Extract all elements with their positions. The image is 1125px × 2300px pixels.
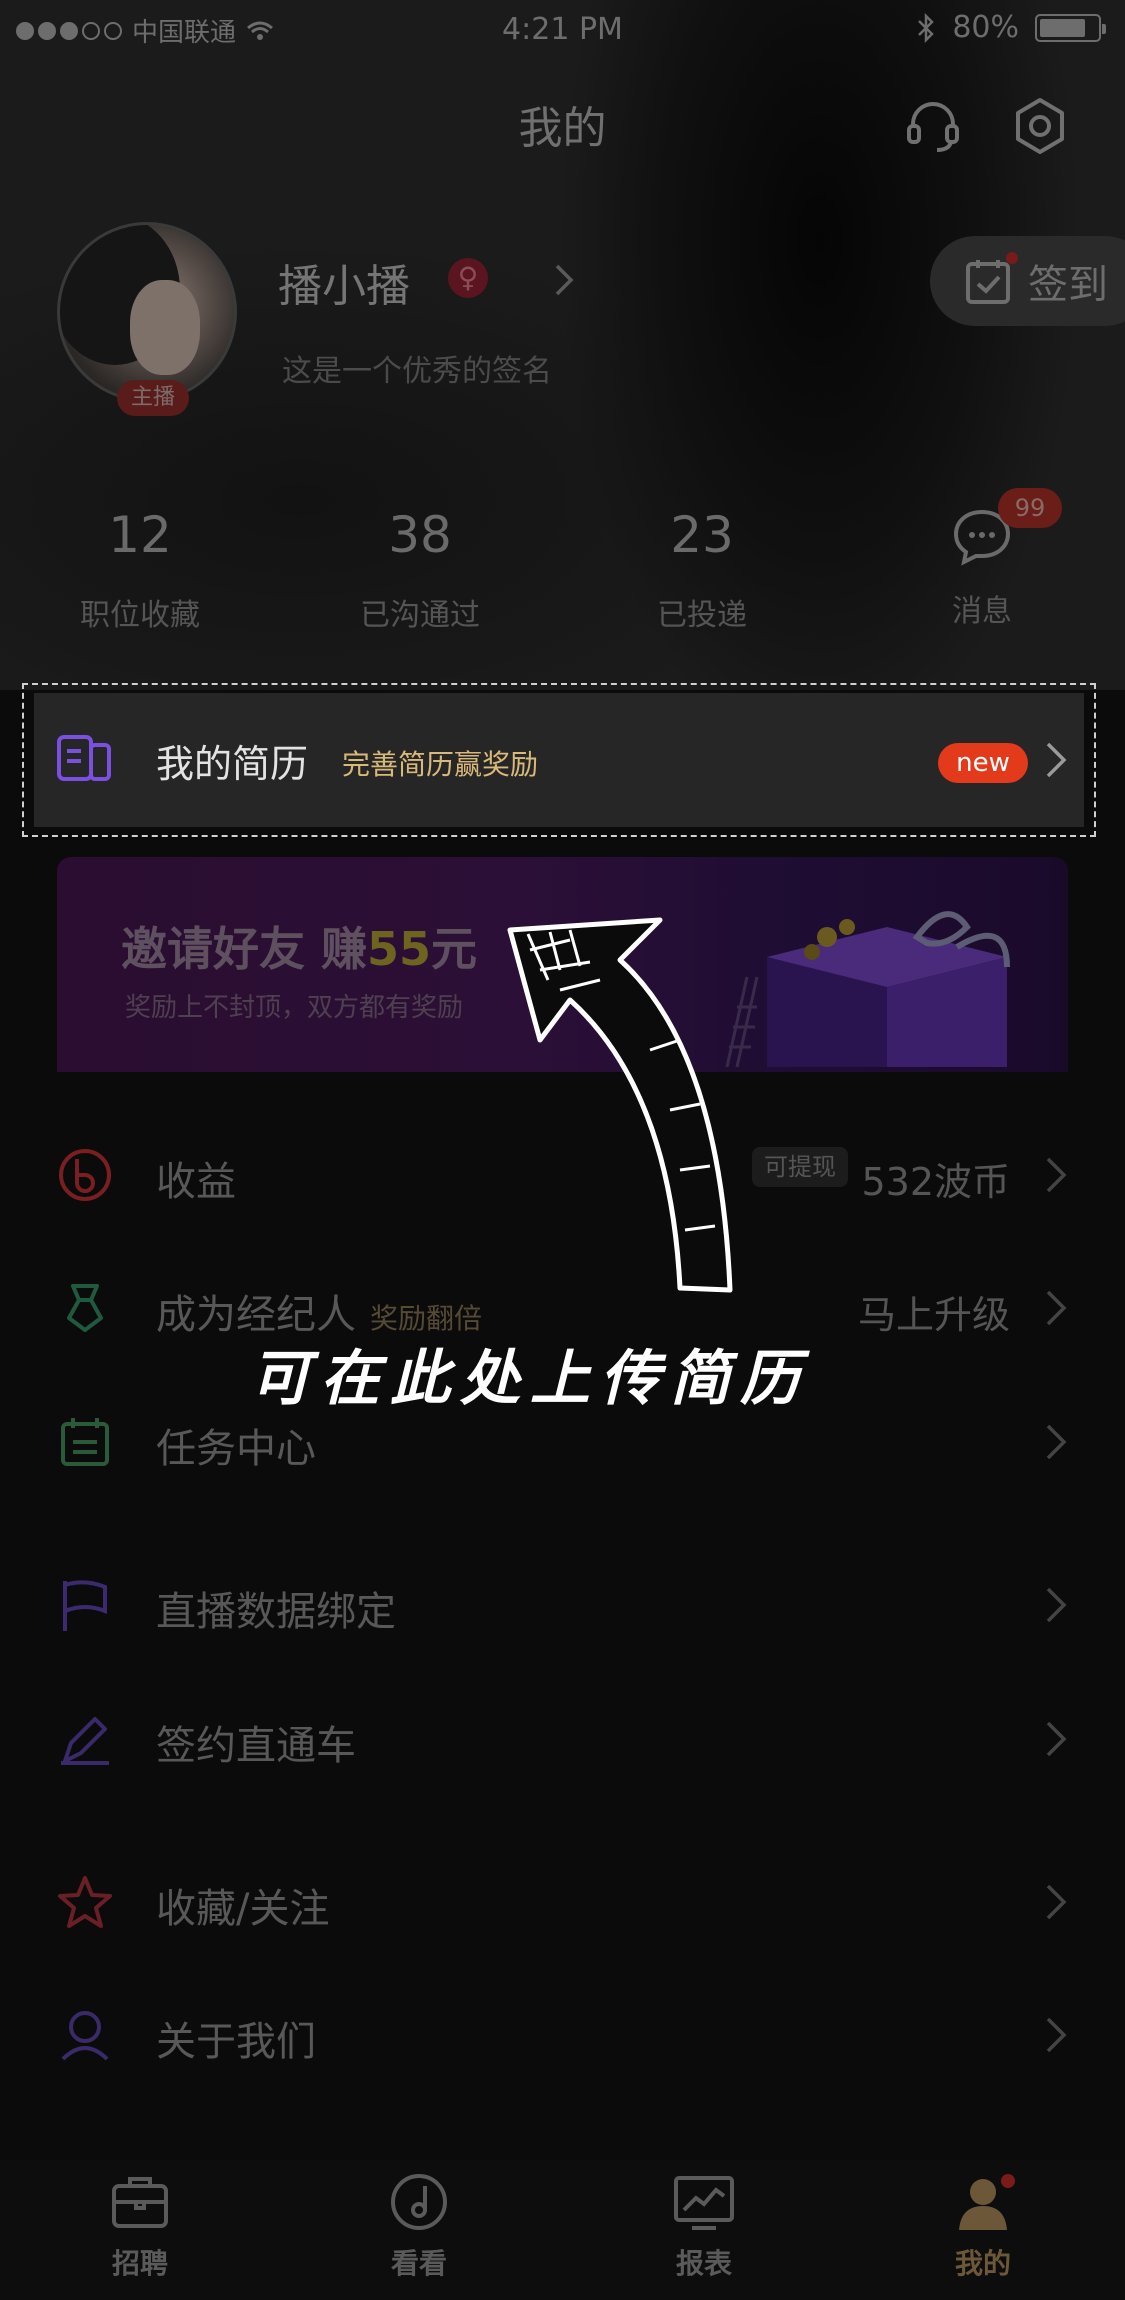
menu-value: 马上升级 (857, 1293, 1010, 1337)
chevron-right-icon (1046, 1290, 1067, 1326)
menu-value: 532波币 (861, 1160, 1010, 1204)
menu-label: 签约直通车 (156, 1723, 356, 1769)
banner-subline: 奖励上不封顶，双方都有奖励 (125, 993, 464, 1023)
briefcase-icon (112, 2177, 168, 2228)
menu-item-favorites-follow[interactable]: 收藏/关注 (57, 1852, 1068, 1942)
resume-title: 我的简历 (156, 742, 309, 786)
signature-text: 这是一个优秀的签名 (282, 354, 552, 389)
menu-label: 任务中心 (156, 1426, 316, 1472)
upload-resume-hint: 可在此处上传简历 (250, 1344, 810, 1414)
stat-label: 已沟通过 (360, 598, 480, 633)
bluetooth-icon (918, 12, 935, 43)
username[interactable]: 播小播 (278, 250, 410, 314)
hand-drawn-arrow-icon (507, 917, 733, 1293)
profile-chevron-right-icon[interactable] (553, 260, 577, 300)
female-gender-icon: ♀ (448, 258, 488, 298)
star-icon (58, 1876, 112, 1928)
chart-icon (674, 2176, 734, 2230)
battery-icon (1035, 13, 1106, 42)
chevron-right-icon (1046, 1157, 1067, 1193)
menu-label: 直播数据绑定 (156, 1589, 396, 1635)
menu-label: 收益 (156, 1159, 236, 1205)
chevron-right-icon (1046, 2017, 1067, 2053)
bottom-tab-bar: 招聘 看看 报表 我的 (0, 2160, 1125, 2300)
chevron-right-icon (1046, 1884, 1067, 1920)
headset-icon[interactable] (903, 96, 963, 156)
message-count-badge: 99 (998, 488, 1062, 528)
banner-headline: 邀请好友 赚55元 (121, 922, 478, 976)
role-badge: 主播 (117, 380, 189, 416)
stat-favorites[interactable]: 12 职位收藏 (0, 500, 280, 634)
user-icon (61, 2011, 109, 2061)
stat-value: 12 (108, 506, 172, 564)
disc-icon (391, 2174, 447, 2230)
chevron-right-icon (1046, 1721, 1067, 1757)
checkin-notification-dot (1006, 252, 1018, 264)
resume-subtitle: 完善简历赢奖励 (342, 748, 539, 781)
resume-icon (57, 735, 111, 781)
stat-value: 38 (388, 506, 452, 564)
tab-label: 招聘 (111, 2247, 168, 2280)
stat-contacted[interactable]: 38 已沟通过 (280, 500, 560, 634)
tab-watch[interactable]: 看看 (344, 2170, 494, 2282)
menu-item-signing-express[interactable]: 签约直通车 (57, 1689, 1068, 1779)
avatar[interactable] (57, 222, 237, 402)
tab-mine[interactable]: 我的 (908, 2170, 1058, 2282)
menu-label: 关于我们 (156, 2019, 316, 2065)
stat-applied[interactable]: 23 已投递 (562, 500, 842, 634)
resume-chevron-right-icon (1046, 742, 1067, 778)
stat-label: 职位收藏 (80, 598, 200, 633)
resume-row[interactable]: 我的简历 完善简历赢奖励 new (34, 693, 1084, 827)
calendar-check-icon (966, 260, 1010, 304)
coin-b-icon (59, 1149, 111, 1201)
checkin-button[interactable]: 签到 (930, 236, 1125, 326)
agent-icon (67, 1284, 103, 1332)
stat-label: 已投递 (657, 598, 747, 633)
chevron-right-icon (1046, 1587, 1067, 1623)
menu-label: 收藏/关注 (156, 1886, 330, 1932)
flag-icon (63, 1580, 107, 1631)
calendar-icon (61, 1418, 109, 1466)
menu-item-about-us[interactable]: 关于我们 (57, 1985, 1068, 2075)
pen-icon (61, 1717, 109, 1765)
tab-notification-dot (1001, 2174, 1015, 2188)
status-bar: 中国联通 4:21 PM 80% (0, 0, 1125, 60)
stat-label: 消息 (952, 594, 1012, 629)
stat-messages[interactable]: 消息 99 (842, 488, 1122, 630)
checkin-label: 签到 (1028, 262, 1108, 308)
tab-label: 报表 (675, 2247, 732, 2280)
battery-percent: 80% (952, 10, 1019, 45)
menu-item-live-data-binding[interactable]: 直播数据绑定 (57, 1555, 1068, 1645)
stat-value: 23 (670, 506, 734, 564)
gear-icon[interactable] (1010, 96, 1070, 156)
stats-row: 12 职位收藏 38 已沟通过 23 已投递 消息 99 (0, 488, 1125, 650)
tab-label: 我的 (954, 2247, 1011, 2280)
withdrawable-badge: 可提现 (752, 1147, 848, 1187)
tab-label: 看看 (390, 2247, 447, 2280)
tab-reports[interactable]: 报表 (629, 2170, 779, 2282)
chevron-right-icon (1046, 1424, 1067, 1460)
new-badge: new (938, 743, 1028, 783)
tab-recruit[interactable]: 招聘 (65, 2170, 215, 2282)
